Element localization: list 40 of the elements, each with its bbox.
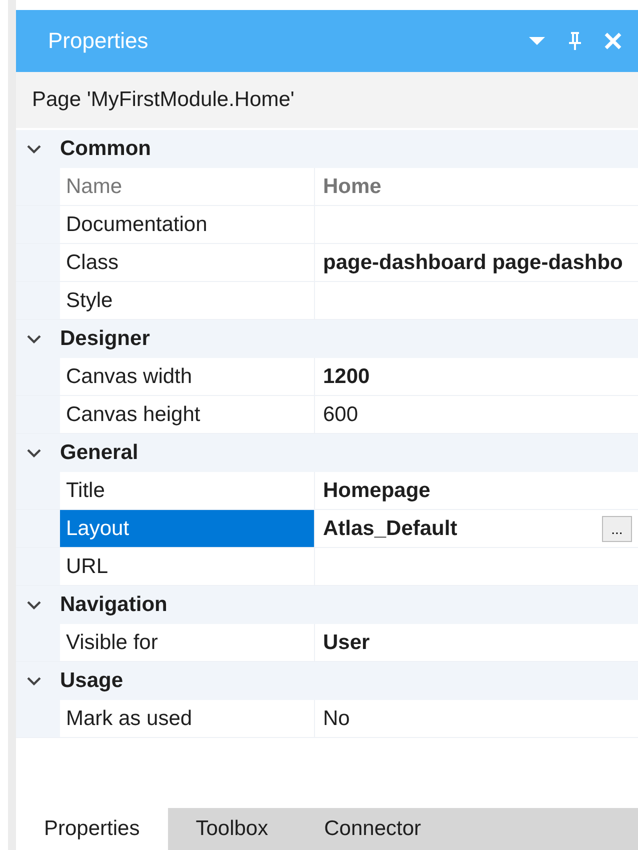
category-header[interactable]: Navigation (60, 593, 168, 617)
property-label[interactable]: Layout (60, 510, 315, 547)
property-label[interactable]: Class (60, 244, 315, 281)
panel-tab[interactable]: Properties (16, 808, 168, 850)
property-value: Homepage (323, 478, 430, 502)
value-cell[interactable]: 600 (315, 396, 638, 433)
property-value: User (323, 630, 370, 654)
property-value: Atlas_Default (323, 516, 458, 540)
pin-icon[interactable] (568, 31, 582, 51)
ellipsis-button[interactable]: ... (602, 516, 632, 542)
property-value: No (323, 706, 350, 730)
property-label[interactable]: Visible for (60, 624, 315, 661)
property-label[interactable]: Documentation (60, 206, 315, 243)
category-header[interactable]: Designer (60, 327, 150, 351)
property-label[interactable]: Mark as used (60, 700, 315, 737)
property-label[interactable]: Title (60, 472, 315, 509)
property-label[interactable]: Style (60, 282, 315, 319)
property-label[interactable]: Canvas width (60, 358, 315, 395)
property-value: 600 (323, 402, 358, 426)
window-title: Properties (48, 28, 148, 54)
selection-label: Page 'MyFirstModule.Home' (16, 72, 638, 128)
property-label[interactable]: URL (60, 548, 315, 585)
category-header[interactable]: Common (60, 137, 151, 161)
value-cell[interactable] (315, 548, 638, 585)
value-cell[interactable]: Atlas_Default ... (315, 510, 638, 547)
caret-icon[interactable] (528, 36, 546, 46)
category-header[interactable]: General (60, 441, 138, 465)
value-cell[interactable]: User (315, 624, 638, 661)
panel-tab[interactable]: Connector (296, 808, 449, 850)
value-cell[interactable]: 1200 (315, 358, 638, 395)
property-value: 1200 (323, 364, 370, 388)
property-value: Home (323, 174, 382, 198)
value-cell[interactable]: No (315, 700, 638, 737)
panel-tab[interactable]: Toolbox (168, 808, 296, 850)
value-cell[interactable]: page-dashboard page-dashbo (315, 244, 638, 281)
category-header[interactable]: Usage (60, 669, 124, 693)
close-icon[interactable] (604, 32, 622, 50)
property-label[interactable]: Canvas height (60, 396, 315, 433)
value-cell[interactable]: Homepage (315, 472, 638, 509)
property-value: page-dashboard page-dashbo (323, 250, 623, 274)
